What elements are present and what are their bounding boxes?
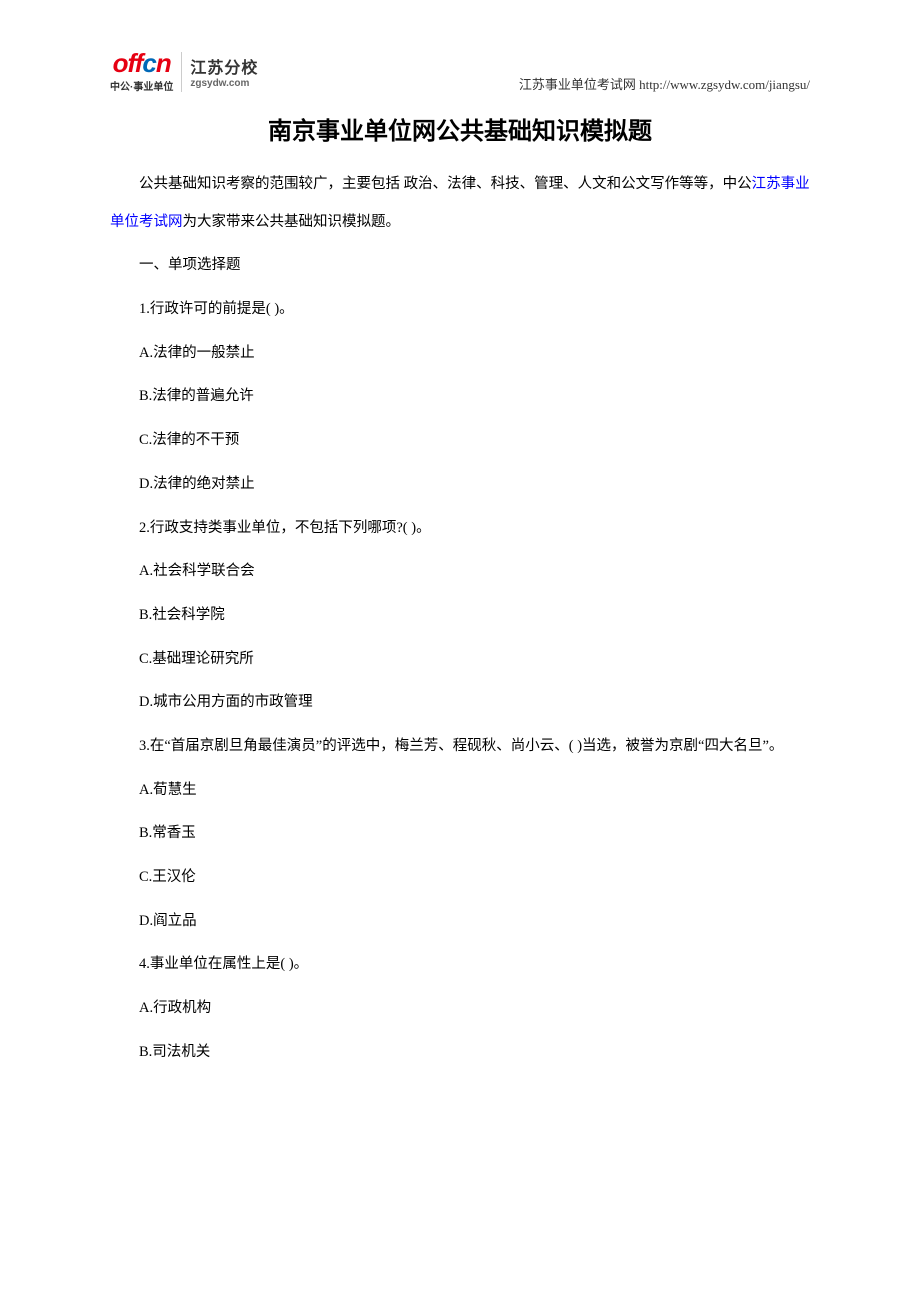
logo-domain: zgsydw.com — [190, 78, 258, 89]
question-3-option-a: A.荀慧生 — [110, 772, 810, 810]
question-2-option-c: C.基础理论研究所 — [110, 641, 810, 679]
section-heading: 一、单项选择题 — [110, 247, 810, 285]
question-1-option-a: A.法律的一般禁止 — [110, 335, 810, 373]
question-4: 4.事业单位在属性上是( )。 — [110, 946, 810, 984]
logo-main: offcn — [113, 50, 171, 76]
intro-text-2: 为大家带来公共基础知识模拟题。 — [183, 214, 401, 230]
question-2: 2.行政支持类事业单位，不包括下列哪项?( )。 — [110, 510, 810, 548]
logo-subtitle: 中公·事业单位 — [110, 78, 173, 93]
question-1-option-d: D.法律的绝对禁止 — [110, 466, 810, 504]
page-header: offcn 中公·事业单位 江苏分校 zgsydw.com 江苏事业单位考试网 … — [110, 50, 810, 93]
logo-area: offcn 中公·事业单位 江苏分校 zgsydw.com — [110, 50, 258, 93]
question-3-option-b: B.常香玉 — [110, 815, 810, 853]
question-1-option-c: C.法律的不干预 — [110, 422, 810, 460]
question-3: 3.在“首届京剧旦角最佳演员”的评选中，梅兰芳、程砚秋、尚小云、( )当选，被誉… — [110, 728, 810, 766]
question-1-option-b: B.法律的普遍允许 — [110, 378, 810, 416]
question-2-option-a: A.社会科学联合会 — [110, 553, 810, 591]
question-3-option-c: C.王汉伦 — [110, 859, 810, 897]
content-body: 公共基础知识考察的范围较广，主要包括 政治、法律、科技、管理、人文和公文写作等等… — [110, 166, 810, 1071]
question-4-option-b: B.司法机关 — [110, 1034, 810, 1072]
question-3-option-d: D.阎立品 — [110, 903, 810, 941]
logo-school: 江苏分校 — [190, 54, 258, 78]
question-2-option-d: D.城市公用方面的市政管理 — [110, 684, 810, 722]
logo-right: 江苏分校 zgsydw.com — [190, 54, 258, 89]
intro-paragraph: 公共基础知识考察的范围较广，主要包括 政治、法律、科技、管理、人文和公文写作等等… — [110, 166, 810, 241]
header-url: 江苏事业单位考试网 http://www.zgsydw.com/jiangsu/ — [519, 74, 810, 93]
logo-left: offcn 中公·事业单位 — [110, 50, 173, 93]
question-1: 1.行政许可的前提是( )。 — [110, 291, 810, 329]
question-4-option-a: A.行政机构 — [110, 990, 810, 1028]
intro-text-1: 公共基础知识考察的范围较广，主要包括 政治、法律、科技、管理、人文和公文写作等等… — [139, 176, 752, 192]
logo-divider — [181, 52, 182, 92]
page-title: 南京事业单位网公共基础知识模拟题 — [110, 111, 810, 146]
question-2-option-b: B.社会科学院 — [110, 597, 810, 635]
